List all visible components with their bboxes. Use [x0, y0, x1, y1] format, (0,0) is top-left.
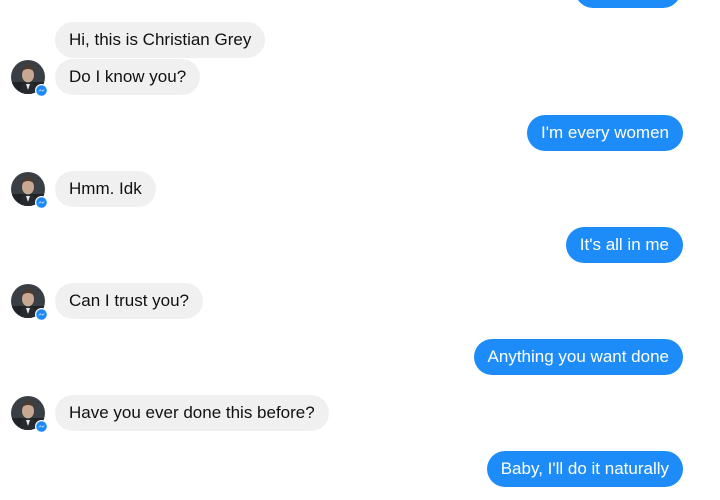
message-bubble-outgoing: Baby, I'll do it naturally: [486, 451, 683, 487]
message-bubble-incoming: Hi, this is Christian Grey: [55, 22, 266, 58]
contact-avatar[interactable]: [11, 60, 48, 97]
messenger-badge-icon: [35, 308, 48, 321]
messenger-badge-icon: [35, 196, 48, 209]
contact-avatar[interactable]: [11, 284, 48, 321]
message-bubble-incoming: Hmm. Idk: [55, 171, 156, 207]
conversation-view: Hi, this is Christian Grey Do I know you…: [0, 0, 720, 500]
message-bubble-incoming: Have you ever done this before?: [55, 395, 329, 431]
message-bubble-outgoing: I'm every women: [527, 115, 683, 151]
contact-avatar[interactable]: [11, 396, 48, 433]
messenger-badge-icon: [35, 420, 48, 433]
message-bubble-outgoing: Anything you want done: [473, 339, 683, 375]
contact-avatar[interactable]: [11, 172, 48, 209]
messenger-badge-icon: [35, 84, 48, 97]
message-bubble-incoming: Do I know you?: [55, 59, 201, 95]
message-bubble-outgoing-partial: [575, 0, 681, 8]
message-bubble-incoming: Can I trust you?: [55, 283, 204, 319]
message-bubble-outgoing: It's all in me: [565, 227, 683, 263]
